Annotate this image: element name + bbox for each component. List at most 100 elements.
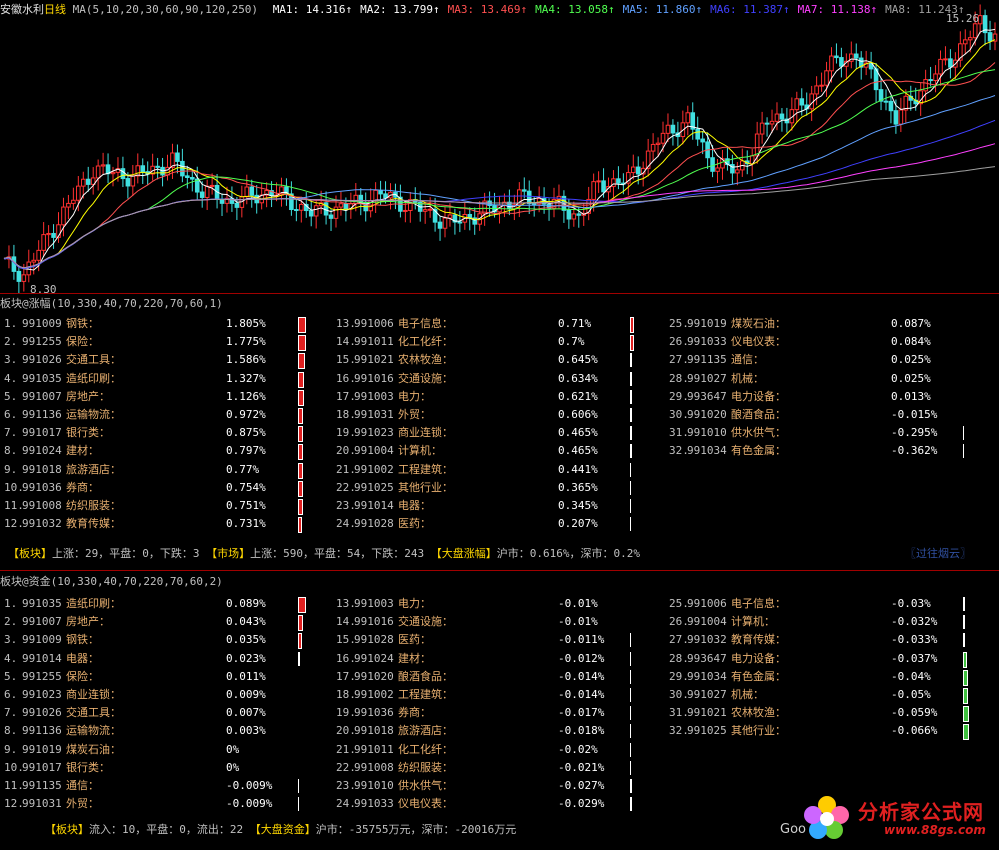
sector-value: 1.775%	[226, 335, 266, 349]
rise-row[interactable]: 4. 991035 造纸印刷： 1.327%	[4, 370, 324, 388]
rise-row[interactable]: 3. 991026 交通工具： 1.586%	[4, 351, 324, 370]
sector-value: 0.365%	[558, 480, 598, 494]
sector-value: -0.033%	[891, 633, 938, 647]
rise-row[interactable]: 20. 991004 计算机： 0.465%	[336, 442, 656, 460]
rise-row[interactable]: 31. 991010 供水供气： -0.295%	[669, 424, 989, 442]
rise-row[interactable]: 11. 991008 纺织服装： 0.751%	[4, 497, 324, 515]
sector-code: 991255	[22, 669, 62, 683]
candle-body	[155, 165, 160, 168]
rise-row[interactable]: 5. 991007 房地产： 1.126%	[4, 388, 324, 406]
fund-row[interactable]: 9. 991019 煤炭石油： 0%	[4, 741, 324, 759]
rank-number: 11.	[4, 779, 24, 792]
fund-row[interactable]: 27. 991032 教育传媒： -0.033%	[669, 631, 989, 649]
fund-row[interactable]: 21. 991011 化工化纤： -0.02%	[336, 741, 656, 759]
sector-name: 化工化纤：	[398, 742, 453, 756]
rise-row[interactable]: 29. 993647 电力设备： 0.013%	[669, 388, 989, 406]
sector-name: 酿酒食品：	[398, 669, 453, 683]
sector-value: -0.01%	[558, 615, 598, 629]
rise-row[interactable]: 19. 991023 商业连锁： 0.465%	[336, 424, 656, 442]
rise-row[interactable]: 28. 991027 机械： 0.025%	[669, 370, 989, 388]
rank-number: 1.	[4, 597, 18, 610]
sector-value: 0%	[226, 760, 240, 774]
fund-row[interactable]: 1. 991035 造纸印刷： 0.089%	[4, 595, 324, 613]
fund-row[interactable]: 5. 991255 保险： 0.011%	[4, 668, 324, 686]
fund-row[interactable]: 11. 991135 通信： -0.009%	[4, 777, 324, 795]
rise-row[interactable]: 26. 991033 仪电仪表： 0.084%	[669, 333, 989, 351]
fund-row[interactable]: 20. 991018 旅游酒店： -0.018%	[336, 722, 656, 740]
fund-row[interactable]: 28. 993647 电力设备： -0.037%	[669, 650, 989, 668]
fund-row[interactable]: 14. 991016 交通设施： -0.01%	[336, 613, 656, 631]
sector-value: -0.021%	[558, 760, 605, 774]
rise-row[interactable]: 13. 991006 电子信息： 0.71%	[336, 315, 656, 333]
value-bar	[298, 335, 306, 352]
fund-row[interactable]: 32. 991025 其他行业： -0.066%	[669, 722, 989, 741]
candle-body	[700, 138, 705, 143]
fund-row[interactable]: 4. 991014 电器： 0.023%	[4, 650, 324, 668]
fund-row[interactable]: 31. 991021 农林牧渔： -0.059%	[669, 704, 989, 723]
rise-row[interactable]: 2. 991255 保险： 1.775%	[4, 333, 324, 352]
rise-row[interactable]: 23. 991014 电器： 0.345%	[336, 497, 656, 515]
value-bar	[630, 760, 632, 775]
candle-body	[685, 112, 691, 124]
period-label[interactable]: 日线	[44, 3, 66, 16]
sector-value: 0.013%	[891, 389, 931, 403]
rise-row[interactable]: 12. 991032 教育传媒： 0.731%	[4, 515, 324, 534]
fund-row[interactable]: 15. 991028 医药： -0.011%	[336, 631, 656, 649]
fund-row[interactable]: 24. 991033 仪电仪表： -0.029%	[336, 795, 656, 813]
fund-row[interactable]: 22. 991008 纺织服装： -0.021%	[336, 759, 656, 777]
sector-name: 交通设施：	[398, 371, 453, 385]
sector-value: -0.362%	[891, 444, 938, 458]
fund-row[interactable]: 18. 991002 工程建筑： -0.014%	[336, 686, 656, 704]
rise-row[interactable]: 18. 991031 外贸： 0.606%	[336, 406, 656, 424]
sector-value: -0.04%	[891, 669, 931, 683]
rise-row[interactable]: 10. 991036 券商： 0.754%	[4, 479, 324, 497]
sector-code: 991003	[354, 389, 394, 403]
fund-row[interactable]: 26. 991004 计算机： -0.032%	[669, 613, 989, 631]
fund-row[interactable]: 2. 991007 房地产： 0.043%	[4, 613, 324, 632]
sector-name: 医药：	[398, 517, 431, 531]
candle-body	[764, 122, 770, 125]
fund-row[interactable]: 29. 991034 有色金属： -0.04%	[669, 668, 989, 686]
fund-row[interactable]: 3. 991009 钢铁： 0.035%	[4, 631, 324, 650]
value-bar	[630, 724, 632, 739]
rise-row[interactable]: 6. 991136 运输物流： 0.972%	[4, 406, 324, 424]
rise-row[interactable]: 15. 991021 农林牧渔： 0.645%	[336, 351, 656, 369]
fund-row[interactable]: 7. 991026 交通工具： 0.007%	[4, 704, 324, 722]
fund-row[interactable]: 30. 991027 机械： -0.05%	[669, 686, 989, 704]
rise-row[interactable]: 27. 991135 通信： 0.025%	[669, 351, 989, 369]
sector-value: 0.025%	[891, 371, 931, 385]
sector-value: 0.621%	[558, 389, 598, 403]
sector-code: 991021	[354, 353, 394, 367]
fund-row[interactable]: 8. 991136 运输物流： 0.003%	[4, 722, 324, 740]
fund-row[interactable]: 17. 991020 酿酒食品： -0.014%	[336, 668, 656, 686]
fund-row[interactable]: 25. 991006 电子信息： -0.03%	[669, 595, 989, 613]
kline-chart[interactable]	[0, 0, 999, 295]
sector-name: 运输物流：	[66, 408, 121, 421]
rise-row[interactable]: 30. 991020 酿酒食品： -0.015%	[669, 406, 989, 424]
rise-row[interactable]: 17. 991003 电力： 0.621%	[336, 388, 656, 406]
fund-row[interactable]: 13. 991003 电力： -0.01%	[336, 595, 656, 613]
rise-row[interactable]: 14. 991011 化工化纤： 0.7%	[336, 333, 656, 352]
rise-row[interactable]: 24. 991028 医药： 0.207%	[336, 515, 656, 533]
rise-row[interactable]: 21. 991002 工程建筑： 0.441%	[336, 461, 656, 479]
rise-row[interactable]: 1. 991009 钢铁： 1.805%	[4, 315, 324, 333]
fund-row[interactable]: 23. 991010 供水供气： -0.027%	[336, 777, 656, 795]
value-bar	[630, 688, 631, 702]
rise-row[interactable]: 32. 991034 有色金属： -0.362%	[669, 442, 989, 460]
rise-row[interactable]: 25. 991019 煤炭石油： 0.087%	[669, 315, 989, 333]
fund-row[interactable]: 6. 991023 商业连锁： 0.009%	[4, 686, 324, 704]
brand-url[interactable]: www.88gs.com	[884, 823, 986, 837]
rise-row[interactable]: 8. 991024 建材： 0.797%	[4, 442, 324, 461]
rise-row[interactable]: 7. 991017 银行类： 0.875%	[4, 424, 324, 443]
fund-row[interactable]: 16. 991024 建材： -0.012%	[336, 650, 656, 668]
value-bar	[630, 444, 632, 459]
rank-number: 8.	[4, 444, 18, 458]
rise-row[interactable]: 22. 991025 其他行业： 0.365%	[336, 479, 656, 497]
candle-body	[819, 84, 824, 87]
fund-row[interactable]: 10. 991017 银行类： 0%	[4, 759, 324, 777]
fund-row[interactable]: 12. 991031 外贸： -0.009%	[4, 795, 324, 813]
candle-body	[328, 214, 334, 219]
rise-row[interactable]: 9. 991018 旅游酒店： 0.77%	[4, 461, 324, 479]
rise-row[interactable]: 16. 991016 交通设施： 0.634%	[336, 370, 656, 388]
fund-row[interactable]: 19. 991036 券商： -0.017%	[336, 704, 656, 722]
